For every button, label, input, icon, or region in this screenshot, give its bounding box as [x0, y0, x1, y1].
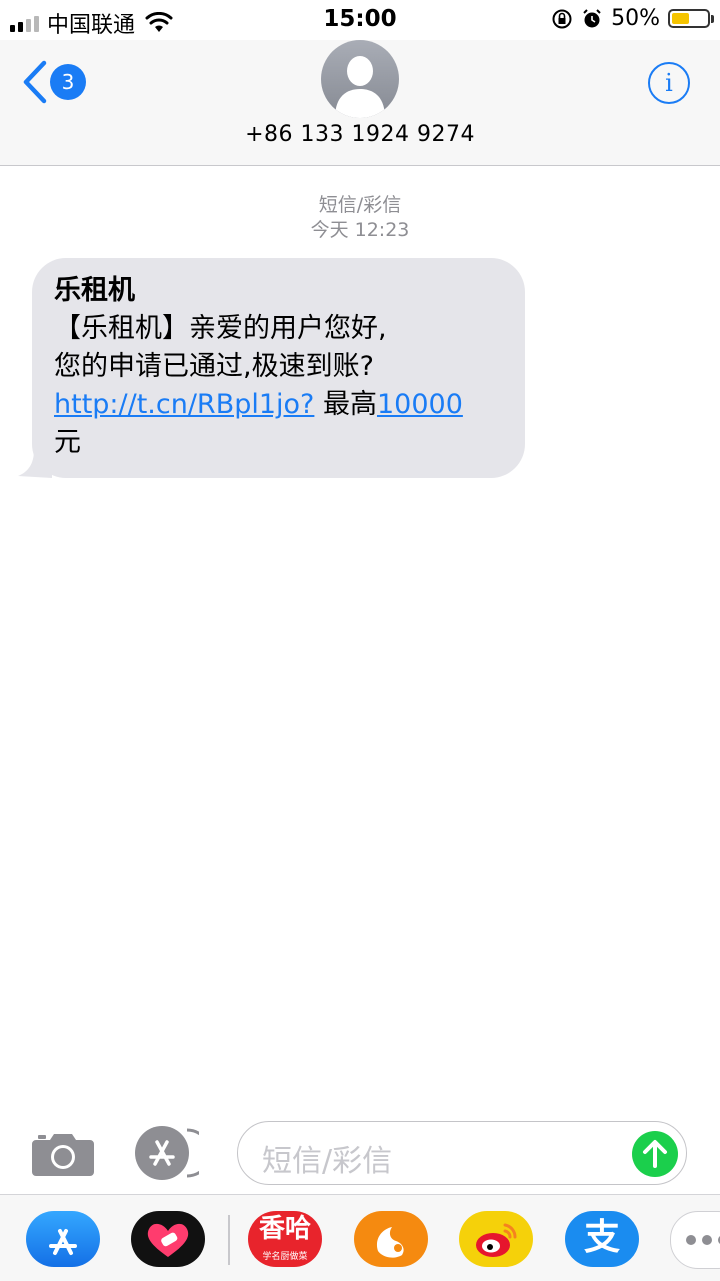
person-icon — [335, 56, 385, 118]
xianghe-sublabel: 学名厨做菜 — [262, 1252, 308, 1262]
message-link[interactable]: http://t.cn/RBpl1jo? — [54, 389, 314, 420]
service-label: 短信/彩信 — [318, 194, 402, 216]
camera-icon[interactable] — [32, 1130, 94, 1176]
arrow-up-icon — [643, 1140, 667, 1168]
message-timestamp: 今天 12:23 — [310, 219, 410, 241]
info-icon: i — [665, 69, 673, 97]
message-bubble[interactable]: 乐租机 【乐租机】亲爱的用户您好, 您的申请已通过,极速到账? http://t… — [18, 258, 525, 478]
message-line: 您的申请已通过,极速到账? — [54, 351, 374, 382]
alipay-label: 支 — [583, 1217, 620, 1258]
contact-avatar[interactable] — [321, 40, 399, 118]
message-sender: 乐租机 — [54, 275, 135, 306]
chevron-left-icon — [23, 60, 47, 104]
send-button[interactable] — [632, 1131, 678, 1177]
contact-number[interactable]: +86 133 1924 9274 — [0, 122, 720, 147]
message-line: 【乐租机】亲爱的用户您好, — [54, 313, 387, 344]
message-text: 最高 — [314, 389, 377, 420]
app-store-icon[interactable] — [26, 1211, 100, 1267]
message-input-placeholder: 短信/彩信 — [262, 1144, 393, 1179]
app-drawer: 香哈 学名厨做菜 支 — [0, 1194, 720, 1281]
message-line: http://t.cn/RBpl1jo? 最高10000 — [54, 386, 505, 424]
xianghe-icon[interactable]: 香哈 学名厨做菜 — [248, 1211, 322, 1267]
alarm-icon — [583, 8, 601, 27]
back-button[interactable]: 3 — [22, 60, 86, 104]
orientation-lock-icon — [552, 9, 572, 28]
unread-count-badge: 3 — [50, 64, 86, 100]
health-icon[interactable] — [131, 1211, 205, 1267]
more-icon[interactable] — [670, 1211, 720, 1269]
bubble-tail — [18, 450, 52, 478]
status-bar: 中国联通 15:00 50% — [0, 0, 720, 40]
info-button[interactable]: i — [648, 62, 690, 104]
message-line: 元 — [54, 427, 81, 458]
battery-percent: 50% — [611, 6, 660, 31]
app-store-icon[interactable] — [135, 1126, 199, 1180]
conversation-header: 3 +86 133 1924 9274 i — [0, 40, 720, 166]
message-composer: 短信/彩信 — [0, 1118, 720, 1194]
alipay-icon[interactable]: 支 — [565, 1211, 639, 1267]
message-input[interactable]: 短信/彩信 — [237, 1121, 687, 1185]
battery-fill — [672, 13, 689, 24]
amount-link[interactable]: 10000 — [377, 389, 463, 420]
xianghe-label: 香哈 — [258, 1214, 311, 1244]
weibo-icon[interactable] — [459, 1211, 533, 1267]
drawer-separator — [228, 1215, 230, 1265]
uc-browser-icon[interactable] — [354, 1211, 428, 1267]
status-right: 50% — [551, 6, 714, 31]
battery-icon — [668, 9, 714, 28]
